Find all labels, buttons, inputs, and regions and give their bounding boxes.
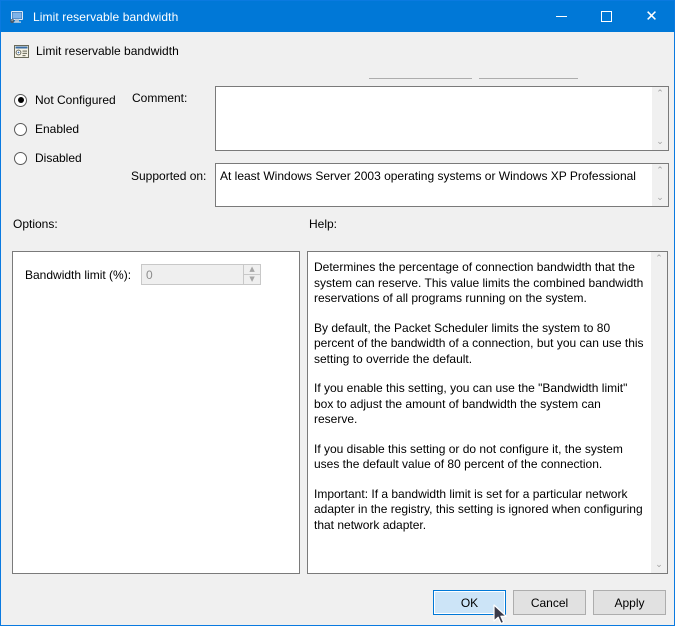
- group-policy-setting-dialog: Limit reservable bandwidth ✕ Limit reser…: [0, 0, 675, 626]
- scroll-up-icon[interactable]: ⌃: [652, 164, 669, 179]
- comment-scrollbar[interactable]: ⌃ ⌄: [651, 87, 668, 150]
- help-paragraph: Important: If a bandwidth limit is set f…: [314, 486, 643, 532]
- setting-state-area: Not Configured Enabled Disabled Comment:…: [2, 79, 673, 212]
- help-paragraph: If you enable this setting, you can use …: [314, 381, 628, 426]
- radio-enabled[interactable]: Enabled: [14, 122, 79, 136]
- radio-disabled-label: Disabled: [35, 151, 82, 165]
- scroll-up-icon[interactable]: ⌃: [652, 87, 669, 102]
- radio-selected-icon: [14, 93, 27, 107]
- help-scrollbar[interactable]: ⌃ ⌄: [650, 252, 667, 573]
- ok-button[interactable]: OK: [433, 590, 506, 615]
- bandwidth-limit-stepper[interactable]: 0 ▲ ▼: [141, 264, 262, 285]
- supported-on-scrollbar[interactable]: ⌃ ⌄: [651, 164, 668, 206]
- maximize-button[interactable]: [584, 1, 629, 32]
- supported-on-label: Supported on:: [131, 169, 207, 183]
- apply-button[interactable]: Apply: [593, 590, 666, 615]
- supported-on-value: At least Windows Server 2003 operating s…: [220, 169, 636, 183]
- bandwidth-limit-label: Bandwidth limit (%):: [25, 267, 132, 282]
- radio-unselected-icon: [14, 122, 27, 136]
- minimize-icon: [556, 16, 567, 17]
- radio-not-configured-label: Not Configured: [35, 93, 116, 107]
- stepper-up-icon[interactable]: ▲: [243, 265, 261, 275]
- radio-not-configured[interactable]: Not Configured: [14, 93, 116, 107]
- scroll-down-icon[interactable]: ⌄: [652, 135, 669, 150]
- scroll-down-icon[interactable]: ⌄: [651, 558, 668, 573]
- options-label: Options:: [13, 217, 58, 231]
- comment-textbox[interactable]: ⌃ ⌄: [215, 86, 669, 151]
- stepper-buttons: ▲ ▼: [243, 265, 261, 284]
- maximize-icon: [601, 11, 612, 22]
- radio-disabled[interactable]: Disabled: [14, 151, 82, 165]
- title-bar: Limit reservable bandwidth ✕: [1, 1, 674, 32]
- help-paragraph: Determines the percentage of connection …: [314, 260, 644, 305]
- options-panel: Bandwidth limit (%): 0 ▲ ▼: [12, 251, 300, 574]
- setting-title: Limit reservable bandwidth: [36, 44, 179, 58]
- policy-setting-icon: [13, 43, 30, 60]
- setting-header: Limit reservable bandwidth Previous Sett…: [2, 32, 673, 103]
- scroll-up-icon[interactable]: ⌃: [651, 252, 668, 267]
- close-icon: ✕: [645, 8, 658, 25]
- supported-on-textbox: At least Windows Server 2003 operating s…: [215, 163, 669, 207]
- window-title: Limit reservable bandwidth: [33, 9, 179, 24]
- close-button[interactable]: ✕: [629, 1, 674, 32]
- help-label: Help:: [309, 217, 338, 231]
- computer-monitor-icon: [9, 9, 25, 25]
- stepper-down-icon[interactable]: ▼: [243, 274, 261, 284]
- window-controls: ✕: [539, 1, 674, 32]
- comment-label: Comment:: [132, 91, 188, 105]
- minimize-button[interactable]: [539, 1, 584, 32]
- bandwidth-limit-input[interactable]: 0: [142, 265, 243, 284]
- radio-unselected-icon: [14, 151, 27, 165]
- help-panel: Determines the percentage of connection …: [307, 251, 668, 574]
- help-text: Determines the percentage of connection …: [314, 260, 645, 533]
- cancel-button[interactable]: Cancel: [513, 590, 586, 615]
- radio-enabled-label: Enabled: [35, 122, 80, 136]
- help-paragraph: If you disable this setting or do not co…: [314, 441, 623, 472]
- scroll-down-icon[interactable]: ⌄: [652, 191, 669, 206]
- bandwidth-limit-row: Bandwidth limit (%): 0 ▲ ▼: [25, 264, 262, 285]
- help-paragraph: By default, the Packet Scheduler limits …: [314, 320, 644, 366]
